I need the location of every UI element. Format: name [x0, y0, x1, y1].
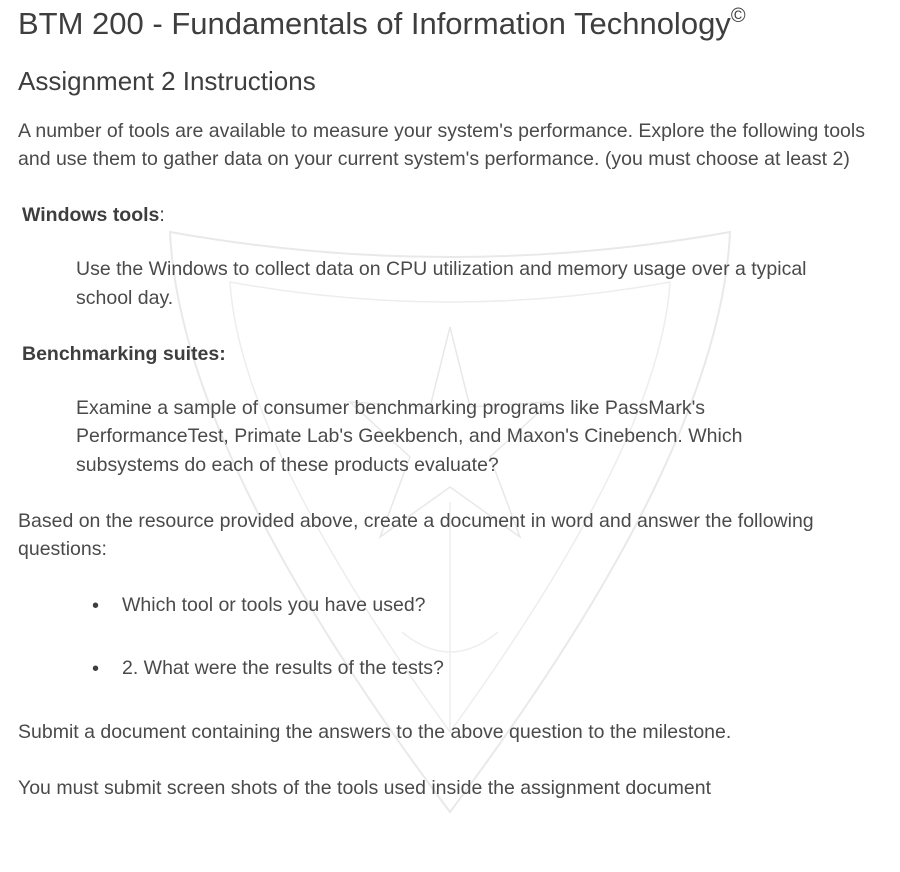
question-list: Which tool or tools you have used? 2. Wh…: [18, 592, 882, 683]
windows-tools-label: Windows tools: [22, 204, 159, 226]
windows-tools-text: Use the Windows to collect data on CPU u…: [18, 255, 848, 312]
course-title-text: BTM 200 - Fundamentals of Information Te…: [18, 6, 731, 41]
list-item: 2. What were the results of the tests?: [18, 655, 882, 682]
after-sections-paragraph: Based on the resource provided above, cr…: [18, 507, 882, 564]
benchmarking-heading: Benchmarking suites:: [18, 340, 882, 368]
benchmarking-text: Examine a sample of consumer benchmarkin…: [18, 394, 848, 479]
closing-paragraph-2: You must submit screen shots of the tool…: [18, 774, 882, 802]
assignment-subtitle: Assignment 2 Instructions: [18, 63, 882, 101]
intro-paragraph: A number of tools are available to measu…: [18, 117, 882, 174]
list-item: Which tool or tools you have used?: [18, 592, 882, 619]
windows-tools-heading: Windows tools:: [18, 201, 882, 229]
closing-paragraph-1: Submit a document containing the answers…: [18, 718, 882, 746]
course-title: BTM 200 - Fundamentals of Information Te…: [18, 2, 882, 47]
copyright-mark: ©: [731, 5, 746, 27]
windows-tools-label-suffix: :: [159, 204, 164, 226]
benchmarking-label: Benchmarking suites:: [22, 343, 226, 365]
